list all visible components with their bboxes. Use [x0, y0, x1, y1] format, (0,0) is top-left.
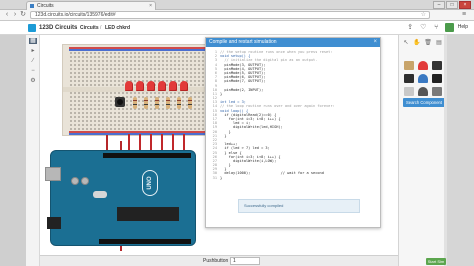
- microcontroller-chip: [117, 207, 179, 221]
- page-margin: [447, 35, 474, 266]
- resistor[interactable]: [133, 97, 137, 109]
- capacitor-icon[interactable]: [404, 87, 414, 96]
- breadcrumb-circuit-name[interactable]: LED chkrd: [105, 24, 130, 32]
- address-bar[interactable]: 123d.circuits.io/circuits/135976/edit# ☆: [30, 11, 430, 19]
- compile-status: Successfully compiled: [238, 199, 360, 213]
- header-actions: ⇪ ♡ ⑂ Help: [406, 23, 468, 32]
- url-text: 123d.circuits.io/circuits/135976/edit#: [35, 12, 116, 18]
- resistor[interactable]: [144, 97, 148, 109]
- grid-icon[interactable]: ▦: [29, 38, 37, 44]
- led[interactable]: [180, 81, 188, 91]
- transistor-icon[interactable]: [418, 87, 428, 96]
- avatar[interactable]: [444, 23, 454, 32]
- pushbutton[interactable]: [115, 97, 125, 107]
- code-line[interactable]: 31}: [209, 176, 380, 180]
- code-area[interactable]: 1// the setup routine runs once when you…: [206, 47, 380, 195]
- breadcrumb-separator: /: [75, 25, 77, 31]
- start-sim-button[interactable]: Start Sim: [426, 258, 446, 265]
- settings-icon[interactable]: ⚙: [29, 78, 37, 84]
- brand-name[interactable]: 123D Circuits: [39, 24, 77, 32]
- component-toolbar: ↖ ✋ 🗑 ▤: [402, 39, 446, 47]
- code-editor-panel: Compile and restart simulation × 1// the…: [205, 37, 381, 228]
- browser-navbar: ‹ › ↻ 123d.circuits.io/circuits/135976/e…: [0, 10, 474, 21]
- code-text: }: [220, 175, 223, 180]
- bookmark-star-icon[interactable]: ☆: [421, 12, 426, 19]
- pointer-icon[interactable]: ↖: [402, 39, 410, 47]
- browser-tabbar: Circuits × – □ ×: [0, 0, 474, 10]
- uno-logo: UNO: [142, 170, 158, 196]
- browser-tab[interactable]: Circuits ×: [26, 1, 156, 10]
- heart-icon[interactable]: ♡: [419, 23, 428, 32]
- line-number: 31: [212, 175, 217, 180]
- fork-icon[interactable]: ⑂: [432, 23, 441, 32]
- potentiometer-icon[interactable]: [418, 74, 428, 83]
- hand-icon[interactable]: ✋: [413, 39, 421, 47]
- led[interactable]: [147, 81, 155, 91]
- trash-icon[interactable]: 🗑: [424, 39, 432, 47]
- search-component-button[interactable]: Search Component: [403, 98, 445, 107]
- forward-icon[interactable]: ›: [11, 11, 19, 19]
- back-icon[interactable]: ‹: [3, 11, 11, 19]
- led[interactable]: [136, 81, 144, 91]
- minimize-button[interactable]: –: [433, 1, 445, 9]
- arduino-board[interactable]: UNO: [45, 150, 196, 246]
- led[interactable]: [125, 81, 133, 91]
- pushbutton-value-input[interactable]: 1: [230, 257, 260, 265]
- usb-port: [45, 167, 61, 181]
- components-panel: ↖ ✋ 🗑 ▤ Search Component: [398, 35, 447, 266]
- led-icon[interactable]: [418, 61, 428, 70]
- simulation-bar: Pushbutton 1: [40, 255, 398, 266]
- crystal: [93, 191, 107, 198]
- wire-icon[interactable]: ∕: [29, 58, 37, 64]
- layers-icon[interactable]: ▤: [435, 39, 443, 47]
- browser-menu-icon[interactable]: ≡: [460, 11, 468, 19]
- brand-logo-icon[interactable]: [28, 24, 36, 32]
- button-icon[interactable]: [432, 61, 442, 70]
- resistor[interactable]: [155, 97, 159, 109]
- pointer-icon[interactable]: ▸: [29, 48, 37, 54]
- resistor[interactable]: [188, 97, 192, 109]
- battery-icon[interactable]: [404, 74, 414, 83]
- app-header: 123D Circuits / Circuits / LED chkrd ⇪ ♡…: [0, 21, 474, 35]
- favicon-icon: [30, 4, 34, 8]
- capacitor: [81, 177, 89, 185]
- motor-icon[interactable]: [432, 87, 442, 96]
- window-controls: – □ ×: [433, 1, 471, 9]
- pushbutton-label: Pushbutton: [203, 258, 229, 264]
- tab-title: Circuits: [37, 3, 54, 9]
- led[interactable]: [169, 81, 177, 91]
- compile-restart-button[interactable]: Compile and restart simulation ×: [206, 38, 380, 47]
- resistor-icon[interactable]: [404, 61, 414, 70]
- close-window-button[interactable]: ×: [459, 1, 471, 9]
- power-jack: [47, 217, 61, 229]
- editor-close-icon[interactable]: ×: [373, 38, 377, 47]
- breadcrumb-separator: /: [100, 25, 102, 31]
- ic-icon[interactable]: [432, 74, 442, 83]
- breadcrumb-circuits[interactable]: Circuits: [80, 24, 99, 32]
- reload-icon[interactable]: ↻: [19, 11, 27, 19]
- app-root: Circuits × – □ × ‹ › ↻ 123d.circuits.io/…: [0, 0, 474, 266]
- resistor[interactable]: [177, 97, 181, 109]
- digital-pin-header[interactable]: [103, 153, 191, 158]
- component-grid: [404, 61, 444, 96]
- capacitor: [71, 177, 79, 185]
- resistor[interactable]: [166, 97, 170, 109]
- tab-close-icon[interactable]: ×: [149, 2, 152, 10]
- minus-icon[interactable]: −: [29, 68, 37, 74]
- share-icon[interactable]: ⇪: [406, 23, 415, 32]
- led[interactable]: [158, 81, 166, 91]
- analog-pin-header[interactable]: [99, 239, 191, 244]
- help-link[interactable]: Help: [458, 23, 468, 32]
- left-tool-rail: ▦ ▸ ∕ − ⚙: [26, 35, 40, 266]
- maximize-button[interactable]: □: [446, 1, 458, 9]
- editor-title: Compile and restart simulation: [209, 39, 277, 45]
